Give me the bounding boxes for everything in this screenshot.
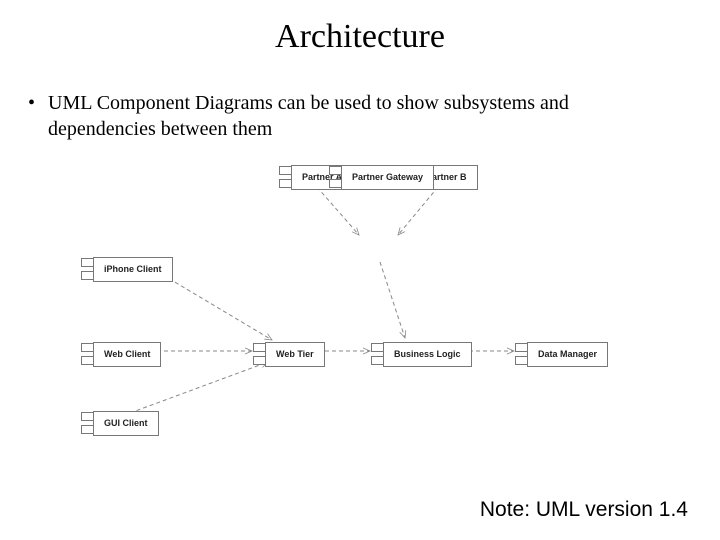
bullet-text: UML Component Diagrams can be used to sh… [48, 90, 668, 142]
uml-component-diagram: Partner A Partner B Partner Gateway iPho… [80, 162, 640, 452]
component-label: Data Manager [527, 342, 608, 367]
component-label: Web Tier [265, 342, 325, 367]
slide-title: Architecture [0, 18, 720, 56]
component-web-client: Web Client [80, 339, 161, 369]
component-label: iPhone Client [93, 257, 173, 282]
component-label: GUI Client [93, 411, 159, 436]
component-label: Business Logic [383, 342, 472, 367]
dependency-arrows [80, 162, 640, 452]
component-data-manager: Data Manager [514, 339, 608, 369]
component-web-tier: Web Tier [252, 339, 325, 369]
footnote: Note: UML version 1.4 [480, 498, 688, 522]
component-gui-client: GUI Client [80, 408, 159, 438]
component-iphone-client: iPhone Client [80, 254, 173, 284]
component-label: Web Client [93, 342, 161, 367]
component-label: Partner Gateway [341, 165, 434, 190]
component-business-logic: Business Logic [370, 339, 472, 369]
slide: Architecture UML Component Diagrams can … [0, 0, 720, 540]
component-partner-gateway: Partner Gateway [328, 162, 434, 192]
